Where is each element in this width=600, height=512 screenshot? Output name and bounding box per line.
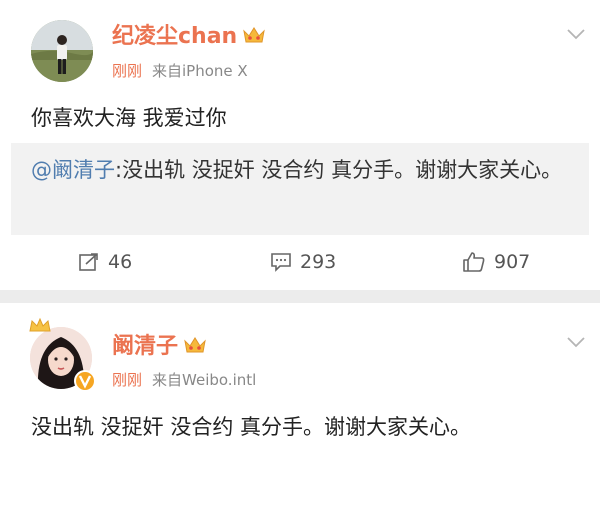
repost-text: @阚清子:没出轨 没捉奸 没合约 真分手。谢谢大家关心。 — [31, 153, 581, 187]
share-count: 46 — [108, 251, 133, 273]
post-meta: 刚刚 来自Weibo.intl — [112, 369, 256, 390]
comment-icon — [271, 253, 291, 272]
post-content: 你喜欢大海 我爱过你 — [31, 106, 227, 130]
comment-count: 293 — [300, 251, 337, 273]
mention-link[interactable]: @阚清子 — [31, 158, 115, 182]
post-meta: 刚刚 来自iPhone X — [112, 60, 248, 81]
post-source[interactable]: 来自iPhone X — [152, 62, 248, 80]
vip-crown-icon — [184, 335, 206, 360]
post-time: 刚刚 — [112, 62, 143, 80]
repost-box[interactable]: @阚清子:没出轨 没捉奸 没合约 真分手。谢谢大家关心。 — [11, 143, 589, 235]
vip-crown-icon — [243, 25, 265, 50]
post-source[interactable]: 来自Weibo.intl — [152, 371, 256, 389]
avatar-user-1[interactable] — [31, 20, 93, 82]
like-count: 907 — [494, 251, 531, 273]
weibo-post-2 — [0, 303, 600, 512]
post-divider — [0, 290, 600, 303]
post-content: 没出轨 没捉奸 没合约 真分手。谢谢大家关心。 — [31, 415, 472, 439]
chevron-down-icon[interactable] — [566, 336, 586, 348]
verified-badge-icon — [74, 370, 96, 392]
username[interactable]: 阚清子 — [112, 328, 206, 360]
weibo-post-1: 纪凌尘chan 刚刚 来自iPhone X 你喜欢大海 我爱过你 @阚清子:没出轨… — [0, 0, 600, 290]
repost-body: :没出轨 没捉奸 没合约 真分手。谢谢大家关心。 — [115, 158, 563, 182]
comment-button[interactable]: 293 — [270, 249, 336, 275]
share-button[interactable]: 46 — [78, 249, 132, 275]
username-text[interactable]: 阚清子 — [112, 334, 178, 359]
like-button[interactable]: 907 — [462, 249, 530, 275]
chevron-down-icon[interactable] — [566, 28, 586, 40]
username-text[interactable]: 纪凌尘chan — [112, 24, 237, 49]
post-time: 刚刚 — [112, 371, 143, 389]
crown-icon — [29, 317, 51, 332]
username[interactable]: 纪凌尘chan — [112, 18, 265, 50]
like-icon — [463, 252, 485, 272]
share-icon — [79, 253, 98, 271]
